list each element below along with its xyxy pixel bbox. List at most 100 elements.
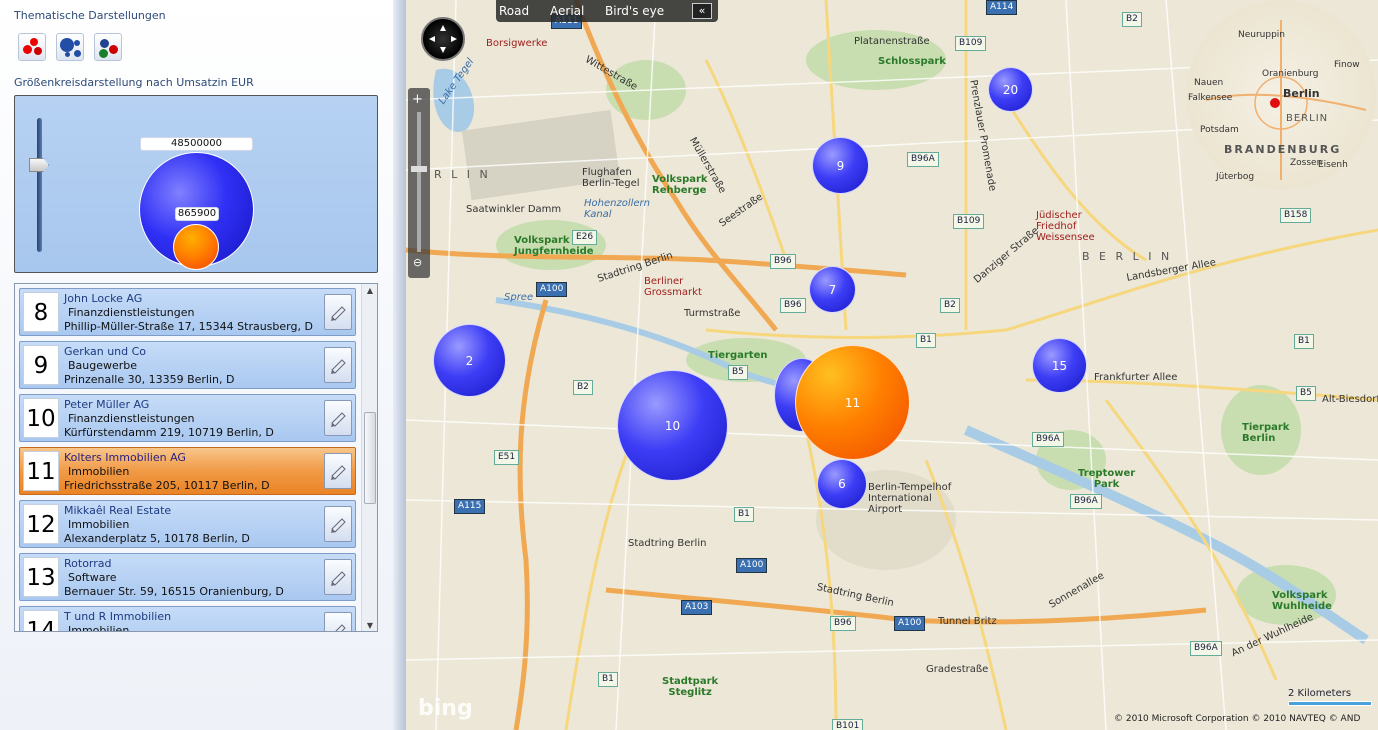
company-category: Software (68, 571, 117, 584)
list-item[interactable]: 14 T und R Immobilien Immobilien (19, 606, 356, 632)
zoom-slider[interactable]: + ⊖ (408, 88, 430, 278)
scroll-down-icon[interactable]: ▼ (362, 619, 377, 631)
label-berlin-district: B E R L I N (1082, 250, 1173, 263)
map-bubble[interactable]: 6 (817, 459, 867, 509)
label-tempelhof: Berlin-Tempelhof International Airport (868, 482, 952, 515)
company-name: Gerkan und Co (64, 345, 147, 358)
map-bubble[interactable]: 2 (433, 324, 506, 397)
edit-button[interactable] (324, 612, 352, 631)
edit-button[interactable] (324, 347, 352, 383)
company-address: Prinzenalle 30, 13359 Berlin, D (64, 373, 235, 386)
road-shield: A103 (681, 600, 713, 615)
minimap-berlin: Berlin (1283, 87, 1320, 100)
list-item[interactable]: 8 John Locke AG Finanzdienstleistungen Phil… (19, 288, 356, 336)
label-stadtring-south: Stadtring Berlin (628, 538, 707, 549)
map-bubble[interactable]: 7 (809, 266, 856, 313)
compass-icon[interactable] (421, 17, 465, 61)
road-shield: E51 (494, 450, 520, 465)
zoom-track[interactable] (417, 112, 421, 252)
map-bubble[interactable]: 10 (617, 370, 728, 481)
size-slider-track[interactable] (37, 118, 42, 252)
company-category: Immobilien (68, 624, 130, 632)
list-item[interactable]: 12 Mikkaêl Real Estate Immobilien Alexander… (19, 500, 356, 548)
edit-button[interactable] (324, 453, 352, 489)
road-shield: B96A (1190, 641, 1222, 656)
company-name: John Locke AG (64, 292, 143, 305)
label-gradestrasse: Gradestraße (926, 664, 989, 675)
minimap-place: Falkensee (1188, 93, 1233, 103)
red-dot-icon (30, 38, 38, 46)
company-name: Kolters Immobilien AG (64, 451, 186, 464)
zoom-out-icon[interactable]: ⊖ (413, 256, 422, 269)
road-shield: B2 (940, 298, 960, 313)
edit-button[interactable] (324, 559, 352, 595)
road-shield: B96A (907, 152, 939, 167)
scale-bar (1288, 701, 1372, 706)
edit-button[interactable] (324, 294, 352, 330)
section-title: Thematische Darstellungen (14, 9, 166, 22)
minimap-place: Neuruppin (1238, 30, 1286, 40)
minimap-place: Nauen (1194, 78, 1224, 88)
company-address: Kürfürstendamm 219, 10719 Berlin, D (64, 426, 274, 439)
pencil-icon (331, 518, 346, 533)
zoom-in-icon[interactable]: + (412, 92, 423, 107)
color-dots-theme-button[interactable] (94, 33, 122, 61)
company-address: Bernauer Str. 59, 16515 Oranienburg, D (64, 585, 284, 598)
label-platanen: Platanenstraße (854, 36, 930, 47)
minimap-place: Jüterbog (1216, 172, 1255, 182)
tab-birds-eye[interactable]: Bird's eye (605, 4, 664, 18)
pencil-icon (331, 412, 346, 427)
edit-button[interactable] (324, 506, 352, 542)
list-item[interactable]: 11 Kolters Immobilien AG Immobilien Friedri… (19, 447, 356, 495)
scroll-thumb[interactable] (364, 412, 376, 504)
road-shield: B5 (728, 365, 748, 380)
road-shield: B1 (1294, 334, 1314, 349)
panel-splitter[interactable] (393, 0, 406, 730)
road-shield: A100 (536, 282, 568, 297)
label-wuhlheide: Volkspark Wuhlheide (1272, 590, 1332, 612)
road-shield: E26 (572, 230, 598, 245)
map-view[interactable]: Borsigwerke Schlosspark Flughafen Berlin… (406, 0, 1378, 730)
tab-aerial[interactable]: Aerial (550, 4, 584, 18)
collapse-icon[interactable]: « (692, 3, 712, 19)
map-bubble[interactable]: 9 (812, 137, 869, 194)
legend-max-value: 48500000 (140, 137, 253, 151)
legend-selected-value: 865900 (175, 207, 219, 221)
minimap-place: Eisenh (1318, 160, 1348, 170)
pencil-icon (331, 571, 346, 586)
scroll-up-icon[interactable]: ▲ (362, 284, 377, 298)
pie-chart-theme-button[interactable] (18, 33, 46, 61)
size-slider-thumb[interactable] (29, 158, 49, 172)
road-shield: B2 (573, 380, 593, 395)
bing-logo: bing (418, 696, 473, 721)
list-scrollbar[interactable]: ▲ ▼ (361, 284, 377, 631)
row-number: 11 (23, 451, 59, 491)
company-category: Immobilien (68, 518, 130, 531)
company-category: Immobilien (68, 465, 130, 478)
list-item[interactable]: 9 Gerkan und Co Baugewerbe Prinzenalle 30, … (19, 341, 356, 389)
overview-map[interactable]: Berlin BERLIN BRANDENBURG Neuruppin Oran… (1186, 0, 1376, 190)
row-number: 14 (23, 610, 59, 631)
blue-bubble-icon (65, 52, 70, 57)
minimap-place: Potsdam (1200, 125, 1239, 135)
edit-button[interactable] (324, 400, 352, 436)
label-treptower: Treptower Park (1078, 468, 1136, 490)
label-schlosspark: Schlosspark (878, 56, 946, 67)
road-shield: B1 (916, 333, 936, 348)
company-list[interactable]: 8 John Locke AG Finanzdienstleistungen Phil… (14, 283, 378, 632)
blue-bubble-icon (60, 38, 74, 52)
zoom-thumb[interactable] (411, 166, 427, 172)
bubble-theme-button[interactable] (56, 33, 84, 61)
pencil-icon (331, 359, 346, 374)
road-shield: B96A (1070, 494, 1102, 509)
company-category: Baugewerbe (68, 359, 138, 372)
tab-road[interactable]: Road (499, 4, 529, 18)
road-shield: B96 (770, 254, 796, 269)
map-bubble[interactable]: 15 (1032, 338, 1087, 393)
list-item[interactable]: 13 Rotorrad Software Bernauer Str. 59, 1651… (19, 553, 356, 601)
list-item[interactable]: 10 Peter Müller AG Finanzdienstleistungen K… (19, 394, 356, 442)
company-address: Friedrichsstraße 205, 10117 Berlin, D (64, 479, 270, 492)
label-frankfurter: Frankfurter Allee (1094, 372, 1178, 383)
map-bubble[interactable]: 20 (988, 67, 1033, 112)
map-bubble-selected[interactable]: 11 (795, 345, 910, 460)
